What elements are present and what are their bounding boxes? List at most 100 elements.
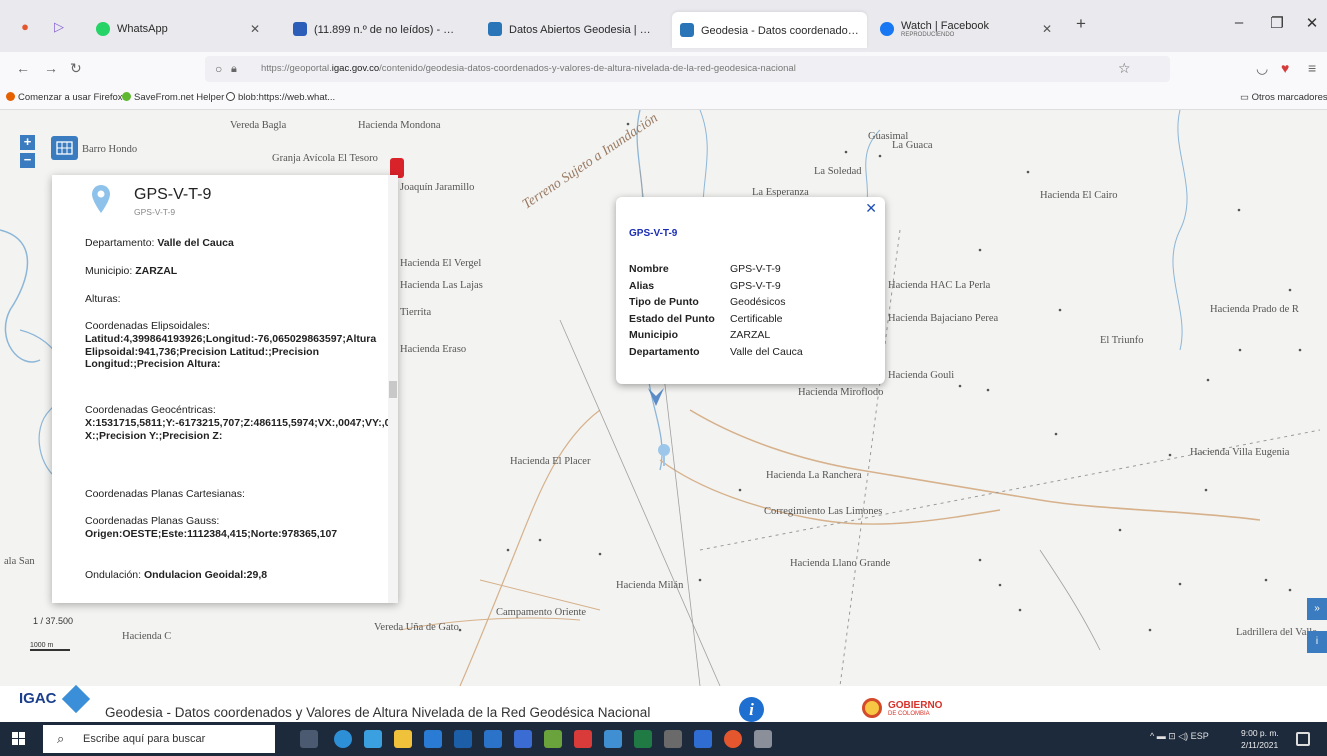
app-icon[interactable] xyxy=(604,730,622,748)
place-label: Campamento Oriente xyxy=(496,607,587,618)
windows-start-icon[interactable] xyxy=(12,732,26,746)
whatsapp-icon xyxy=(96,22,110,36)
popup-attributes-table: Nombre GPS-V-T-9 Alias GPS-V-T-9 Tipo de P… xyxy=(629,261,803,360)
app-icon[interactable] xyxy=(544,730,562,748)
tab-datos-abiertos[interactable]: Datos Abiertos Geodesia | GEO ✕ xyxy=(480,14,665,44)
layers-button[interactable] xyxy=(51,136,78,160)
bookmark-item[interactable]: blob:https://web.what... xyxy=(226,92,335,103)
tab-title-group: Watch | Facebook REPRODUCIENDO xyxy=(901,20,1036,39)
place-label: La Soledad xyxy=(814,166,862,177)
word-icon[interactable] xyxy=(454,730,472,748)
bookmark-item[interactable]: Comenzar a usar Firefox xyxy=(6,92,123,103)
tab-title: Datos Abiertos Geodesia | GEO ✕ xyxy=(509,23,657,36)
place-label: Ladrillera del Valle xyxy=(1236,627,1317,638)
tab-title: (11.899 n.º de no leídos) - cello ✕ xyxy=(314,23,459,36)
publisher-icon[interactable] xyxy=(514,730,532,748)
tab-email[interactable]: (11.899 n.º de no leídos) - cello ✕ xyxy=(285,14,467,44)
place-label: Hacienda El Vergel xyxy=(400,258,482,269)
explorer-icon[interactable] xyxy=(364,730,382,748)
extension-icon[interactable]: ♥ xyxy=(1281,60,1289,76)
bookmark-star-icon[interactable]: ☆ xyxy=(1118,60,1131,77)
new-tab-button[interactable]: + xyxy=(1072,15,1090,33)
excel-icon[interactable] xyxy=(634,730,652,748)
attribute-key: Estado del Punto xyxy=(629,312,715,325)
map-canvas[interactable]: Vereda Bagla Hacienda Mondona Barro Hond… xyxy=(0,110,1327,686)
gobierno-logo: GOBIERNO DE COLOMBIA xyxy=(888,701,942,719)
municipio-row: Municipio: ZARZAL xyxy=(85,265,375,278)
search-placeholder: Escribe aquí para buscar xyxy=(83,733,206,745)
restore-button[interactable]: ❐ xyxy=(1262,14,1292,32)
other-bookmarks[interactable]: ▭ Otros marcadores xyxy=(1240,92,1327,103)
panel-scrollbar[interactable] xyxy=(388,175,398,603)
tab-list-icon[interactable]: ▷ xyxy=(50,18,68,36)
close-tab-icon[interactable]: ✕ xyxy=(250,22,262,36)
scale-ratio: 1 / 37.500 xyxy=(33,616,74,626)
info-icon[interactable]: i xyxy=(739,697,764,722)
firefox-icon[interactable] xyxy=(724,730,742,748)
close-window-button[interactable]: ✕ xyxy=(1297,14,1327,32)
file-folder-icon[interactable] xyxy=(394,730,412,748)
attribute-value: Certificable xyxy=(730,312,783,325)
acrobat-icon[interactable] xyxy=(574,730,592,748)
place-label: Hacienda Las Lajas xyxy=(400,280,483,291)
shield-icon[interactable]: ○ xyxy=(215,56,222,82)
tab-whatsapp[interactable]: WhatsApp ✕ xyxy=(88,14,270,44)
facebook-icon xyxy=(880,22,894,36)
system-tray[interactable]: ^ ▬ ⊡ ◁) ESP xyxy=(1150,731,1209,742)
bookmark-item[interactable]: SaveFrom.net Helper xyxy=(122,92,224,103)
close-popup-icon[interactable]: ✕ xyxy=(865,200,877,217)
address-bar[interactable]: ○ 🔒︎ https://geoportal.igac.gov.co/conte… xyxy=(205,56,1170,82)
outlook-icon[interactable] xyxy=(694,730,712,748)
colombia-seal-icon xyxy=(862,698,882,718)
attribute-value: GPS-V-T-9 xyxy=(730,279,781,292)
navigation-bar: ← → ↻ ○ 🔒︎ https://geoportal.igac.gov.co… xyxy=(0,52,1327,86)
forward-arrow-icon[interactable]: → xyxy=(44,60,58,76)
table-row: Estado del Punto Certificable xyxy=(629,311,803,328)
app-icon[interactable] xyxy=(754,730,772,748)
edge-icon[interactable] xyxy=(334,730,352,748)
footer-title: Geodesia - Datos coordenados y Valores d… xyxy=(105,705,651,720)
firefox-account-icon[interactable]: ● xyxy=(16,18,34,36)
attribute-key: Alias xyxy=(629,279,655,292)
tab-facebook-watch[interactable]: Watch | Facebook REPRODUCIENDO ✕ xyxy=(872,14,1062,44)
search-icon: ⌕ xyxy=(57,731,65,746)
expand-panel-button[interactable]: » xyxy=(1307,598,1327,620)
bookmark-label: blob:https://web.what... xyxy=(238,92,336,103)
place-label: La Guaca xyxy=(892,140,933,151)
task-view-icon[interactable] xyxy=(300,730,318,748)
ondulacion-row: Ondulación: Ondulacion Geoidal:29,8 xyxy=(85,569,375,582)
place-label: Hacienda HAC La Perla xyxy=(888,280,991,291)
gobierno-sublabel: DE COLOMBIA xyxy=(888,711,930,717)
municipio-value: ZARZAL xyxy=(135,265,178,277)
lock-icon[interactable]: 🔒︎ xyxy=(231,56,237,82)
pocket-icon[interactable]: ◡ xyxy=(1256,60,1268,77)
info-side-button[interactable]: i xyxy=(1307,631,1327,653)
igac-favicon-icon xyxy=(488,22,502,36)
zoom-in-button[interactable]: + xyxy=(20,135,35,150)
igac-favicon-icon xyxy=(680,23,694,37)
minimize-button[interactable]: – xyxy=(1224,14,1254,31)
point-popup: ✕ GPS-V-T-9 Nombre GPS-V-T-9 Alias GPS-V-T… xyxy=(616,197,885,384)
app-icon[interactable] xyxy=(664,730,682,748)
table-row: Departamento Valle del Cauca xyxy=(629,344,803,361)
point-info-panel: GPS-V-T-9 GPS-V-T-9 Departamento: Valle … xyxy=(52,175,398,603)
notification-icon[interactable] xyxy=(1296,732,1310,746)
taskbar-search-input[interactable]: ⌕ Escribe aquí para buscar xyxy=(43,725,275,753)
back-arrow-icon[interactable]: ← xyxy=(16,60,30,76)
place-label: Vereda Bagla xyxy=(230,120,287,131)
attribute-key: Municipio xyxy=(629,329,678,342)
close-tab-icon[interactable]: ✕ xyxy=(1042,22,1054,36)
reload-icon[interactable]: ↻ xyxy=(70,60,82,77)
menu-icon[interactable]: ≡ xyxy=(1308,60,1316,76)
departamento-row: Departamento: Valle del Cauca xyxy=(85,237,375,250)
zoom-out-button[interactable]: − xyxy=(20,153,35,168)
mail-app-icon[interactable] xyxy=(424,730,442,748)
tab-geodesia[interactable]: Geodesia - Datos coordenados ✕ xyxy=(672,12,867,48)
savefrom-icon xyxy=(122,92,131,101)
clock[interactable]: 9:00 p. m. 2/11/2021 xyxy=(1241,727,1279,751)
municipio-label: Municipio: xyxy=(85,265,136,277)
place-label: Hacienda Prado de R xyxy=(1210,304,1299,315)
panel-title: GPS-V-T-9 xyxy=(134,186,212,203)
scrollbar-thumb[interactable] xyxy=(389,381,397,398)
store-icon[interactable] xyxy=(484,730,502,748)
